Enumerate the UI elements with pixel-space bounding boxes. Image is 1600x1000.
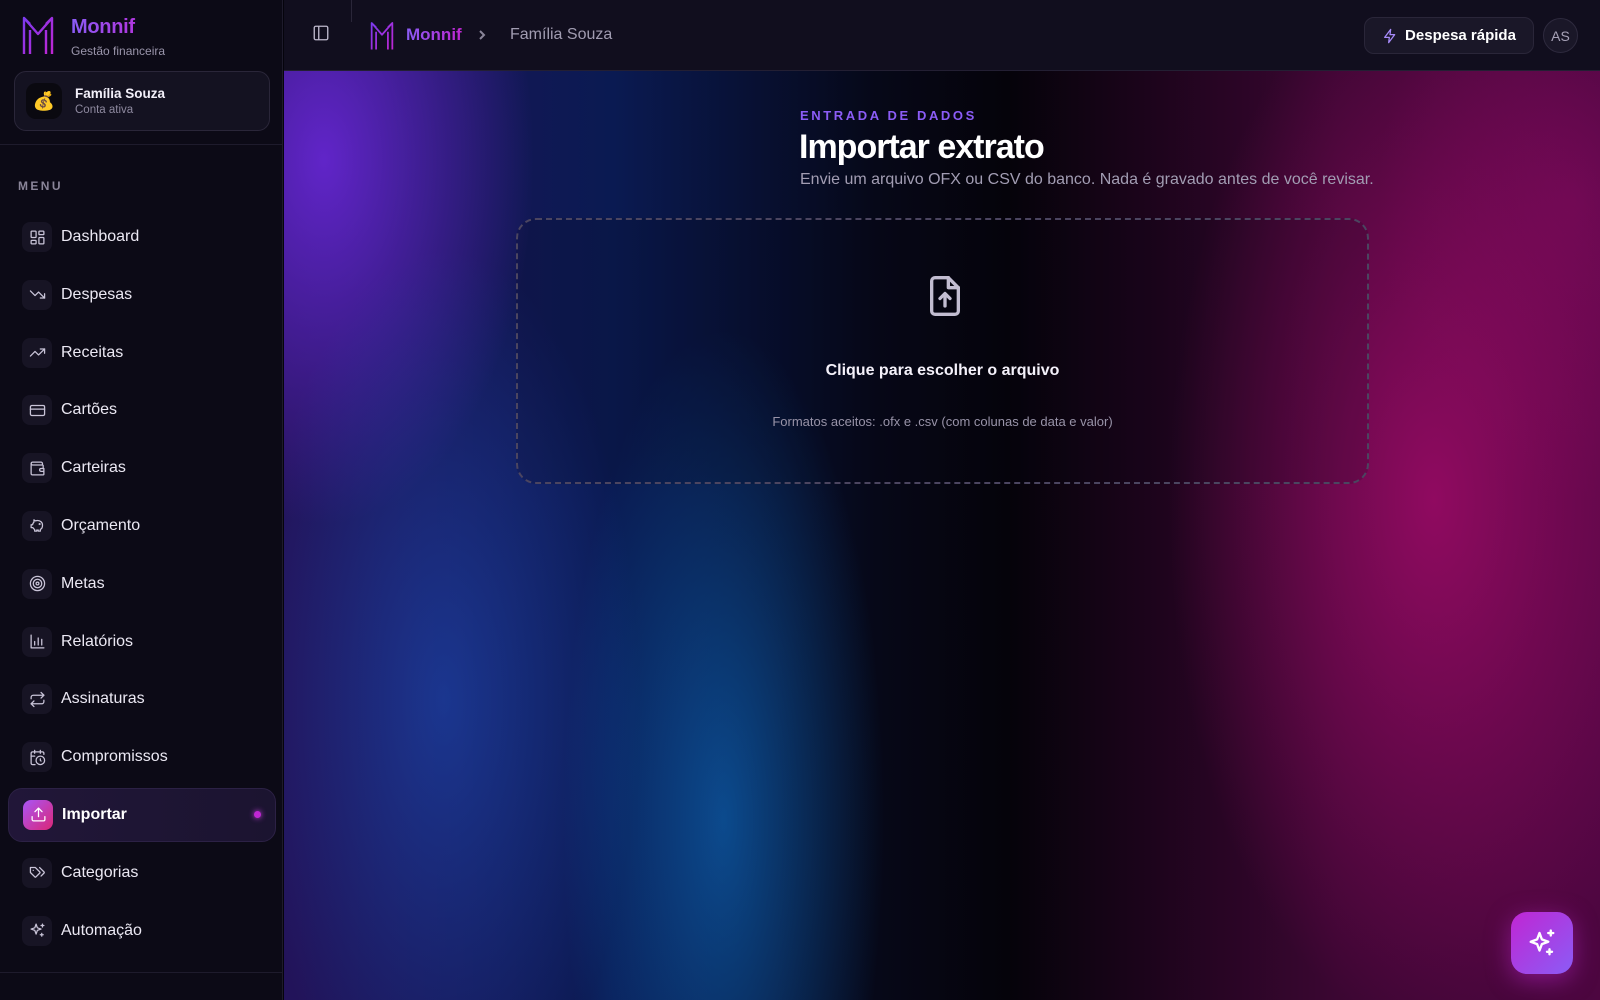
ai-assistant-button[interactable]: [1511, 912, 1573, 974]
sidebar-item-label: Assinaturas: [61, 690, 145, 708]
active-indicator-dot: [254, 811, 261, 819]
sidebar-item-label: Carteiras: [61, 459, 126, 477]
brand-logo-icon: [22, 16, 54, 54]
dropzone-hint: Formatos aceitos: .ofx e .csv (com colun…: [772, 414, 1113, 429]
target-icon: [22, 568, 52, 599]
breadcrumb-brand-link[interactable]: Monnif: [406, 25, 462, 45]
account-name: Família Souza: [75, 86, 166, 101]
sidebar-item-orcamento[interactable]: Orçamento: [8, 499, 276, 553]
sidebar-item-cartoes[interactable]: Cartões: [8, 383, 276, 437]
wallet-icon: [22, 453, 52, 484]
chevron-right-icon: [476, 28, 488, 40]
credit-card-icon: [22, 395, 52, 426]
sidebar-item-metas[interactable]: Metas: [8, 557, 276, 611]
sidebar-item-label: Relatórios: [61, 632, 134, 650]
sparkles-icon: [22, 915, 52, 946]
sidebar-item-label: Orçamento: [61, 516, 141, 534]
calendar-clock-icon: [22, 742, 52, 773]
top-bar: Monnif Família Souza Despesa rápida AS: [284, 0, 1600, 71]
sidebar-item-categorias[interactable]: Categorias: [8, 846, 276, 900]
sidebar-item-label: Importar: [62, 805, 127, 823]
sidebar-item-importar[interactable]: Importar: [8, 787, 276, 842]
sidebar-item-automacao[interactable]: Automação: [8, 904, 276, 958]
quick-expense-label: Despesa rápida: [1405, 27, 1516, 44]
menu-section-label: MENU: [18, 179, 63, 193]
brand-name: Monnif: [71, 15, 165, 39]
panel-left-icon: [313, 25, 329, 41]
sidebar-item-label: Compromissos: [61, 748, 168, 766]
file-dropzone[interactable]: Clique para escolher o arquivo Formatos …: [516, 218, 1369, 484]
dashboard-icon: [22, 222, 52, 252]
sidebar-toggle-button[interactable]: [312, 24, 334, 46]
money-bag-icon: 💰: [26, 83, 62, 119]
brand[interactable]: Monnif Gestão financeira: [22, 14, 165, 58]
sidebar-divider: [0, 144, 283, 145]
sidebar-item-dashboard[interactable]: Dashboard: [8, 210, 276, 264]
account-switcher[interactable]: 💰 Família Souza Conta ativa: [14, 71, 270, 131]
sparkles-icon: [1529, 929, 1555, 956]
sidebar-item-label: Automação: [61, 921, 142, 939]
trending-up-icon: [22, 337, 52, 368]
brand-tagline: Gestão financeira: [71, 44, 166, 58]
sidebar-item-label: Despesas: [61, 285, 133, 303]
upload-icon: [23, 799, 53, 830]
sidebar-item-label: Categorias: [61, 863, 139, 881]
quick-expense-button[interactable]: Despesa rápida: [1364, 17, 1534, 54]
sidebar: Monnif Gestão financeira 💰 Família Souza…: [0, 0, 283, 1000]
topbar-separator: [351, 0, 352, 22]
file-upload-icon: [925, 274, 965, 318]
bar-chart-icon: [22, 626, 52, 657]
breadcrumb-logo-icon[interactable]: [370, 20, 394, 51]
piggy-bank-icon: [22, 510, 52, 541]
sidebar-item-despesas[interactable]: Despesas: [8, 268, 276, 322]
user-avatar-button[interactable]: AS: [1543, 18, 1578, 53]
main-content: ENTRADA DE DADOS Importar extrato Envie …: [284, 0, 1600, 1000]
sidebar-item-carteiras[interactable]: Carteiras: [8, 441, 276, 495]
trending-down-icon: [22, 279, 52, 310]
tags-icon: [22, 857, 52, 888]
repeat-icon: [22, 684, 52, 715]
dropzone-title: Clique para escolher o arquivo: [825, 362, 1060, 379]
sidebar-item-label: Cartões: [61, 401, 118, 419]
sidebar-divider-bottom: [0, 972, 283, 973]
breadcrumb-current: Família Souza: [510, 26, 613, 43]
sidebar-nav: Dashboard Despesas Receitas Cartões Cart…: [8, 210, 276, 961]
account-status: Conta ativa: [75, 104, 134, 116]
sidebar-item-compromissos[interactable]: Compromissos: [8, 730, 276, 784]
sidebar-item-relatorios[interactable]: Relatórios: [8, 615, 276, 669]
page-title: Importar extrato: [799, 128, 1045, 166]
sidebar-item-label: Receitas: [61, 343, 124, 361]
page-subtitle: Envie um arquivo OFX ou CSV do banco. Na…: [800, 171, 1374, 188]
sidebar-item-receitas[interactable]: Receitas: [8, 326, 276, 380]
sidebar-item-label: Metas: [61, 574, 105, 592]
page-eyebrow: ENTRADA DE DADOS: [800, 108, 977, 123]
sidebar-item-assinaturas[interactable]: Assinaturas: [8, 672, 276, 726]
lightning-icon: [1384, 28, 1396, 43]
sidebar-item-label: Dashboard: [61, 228, 140, 245]
